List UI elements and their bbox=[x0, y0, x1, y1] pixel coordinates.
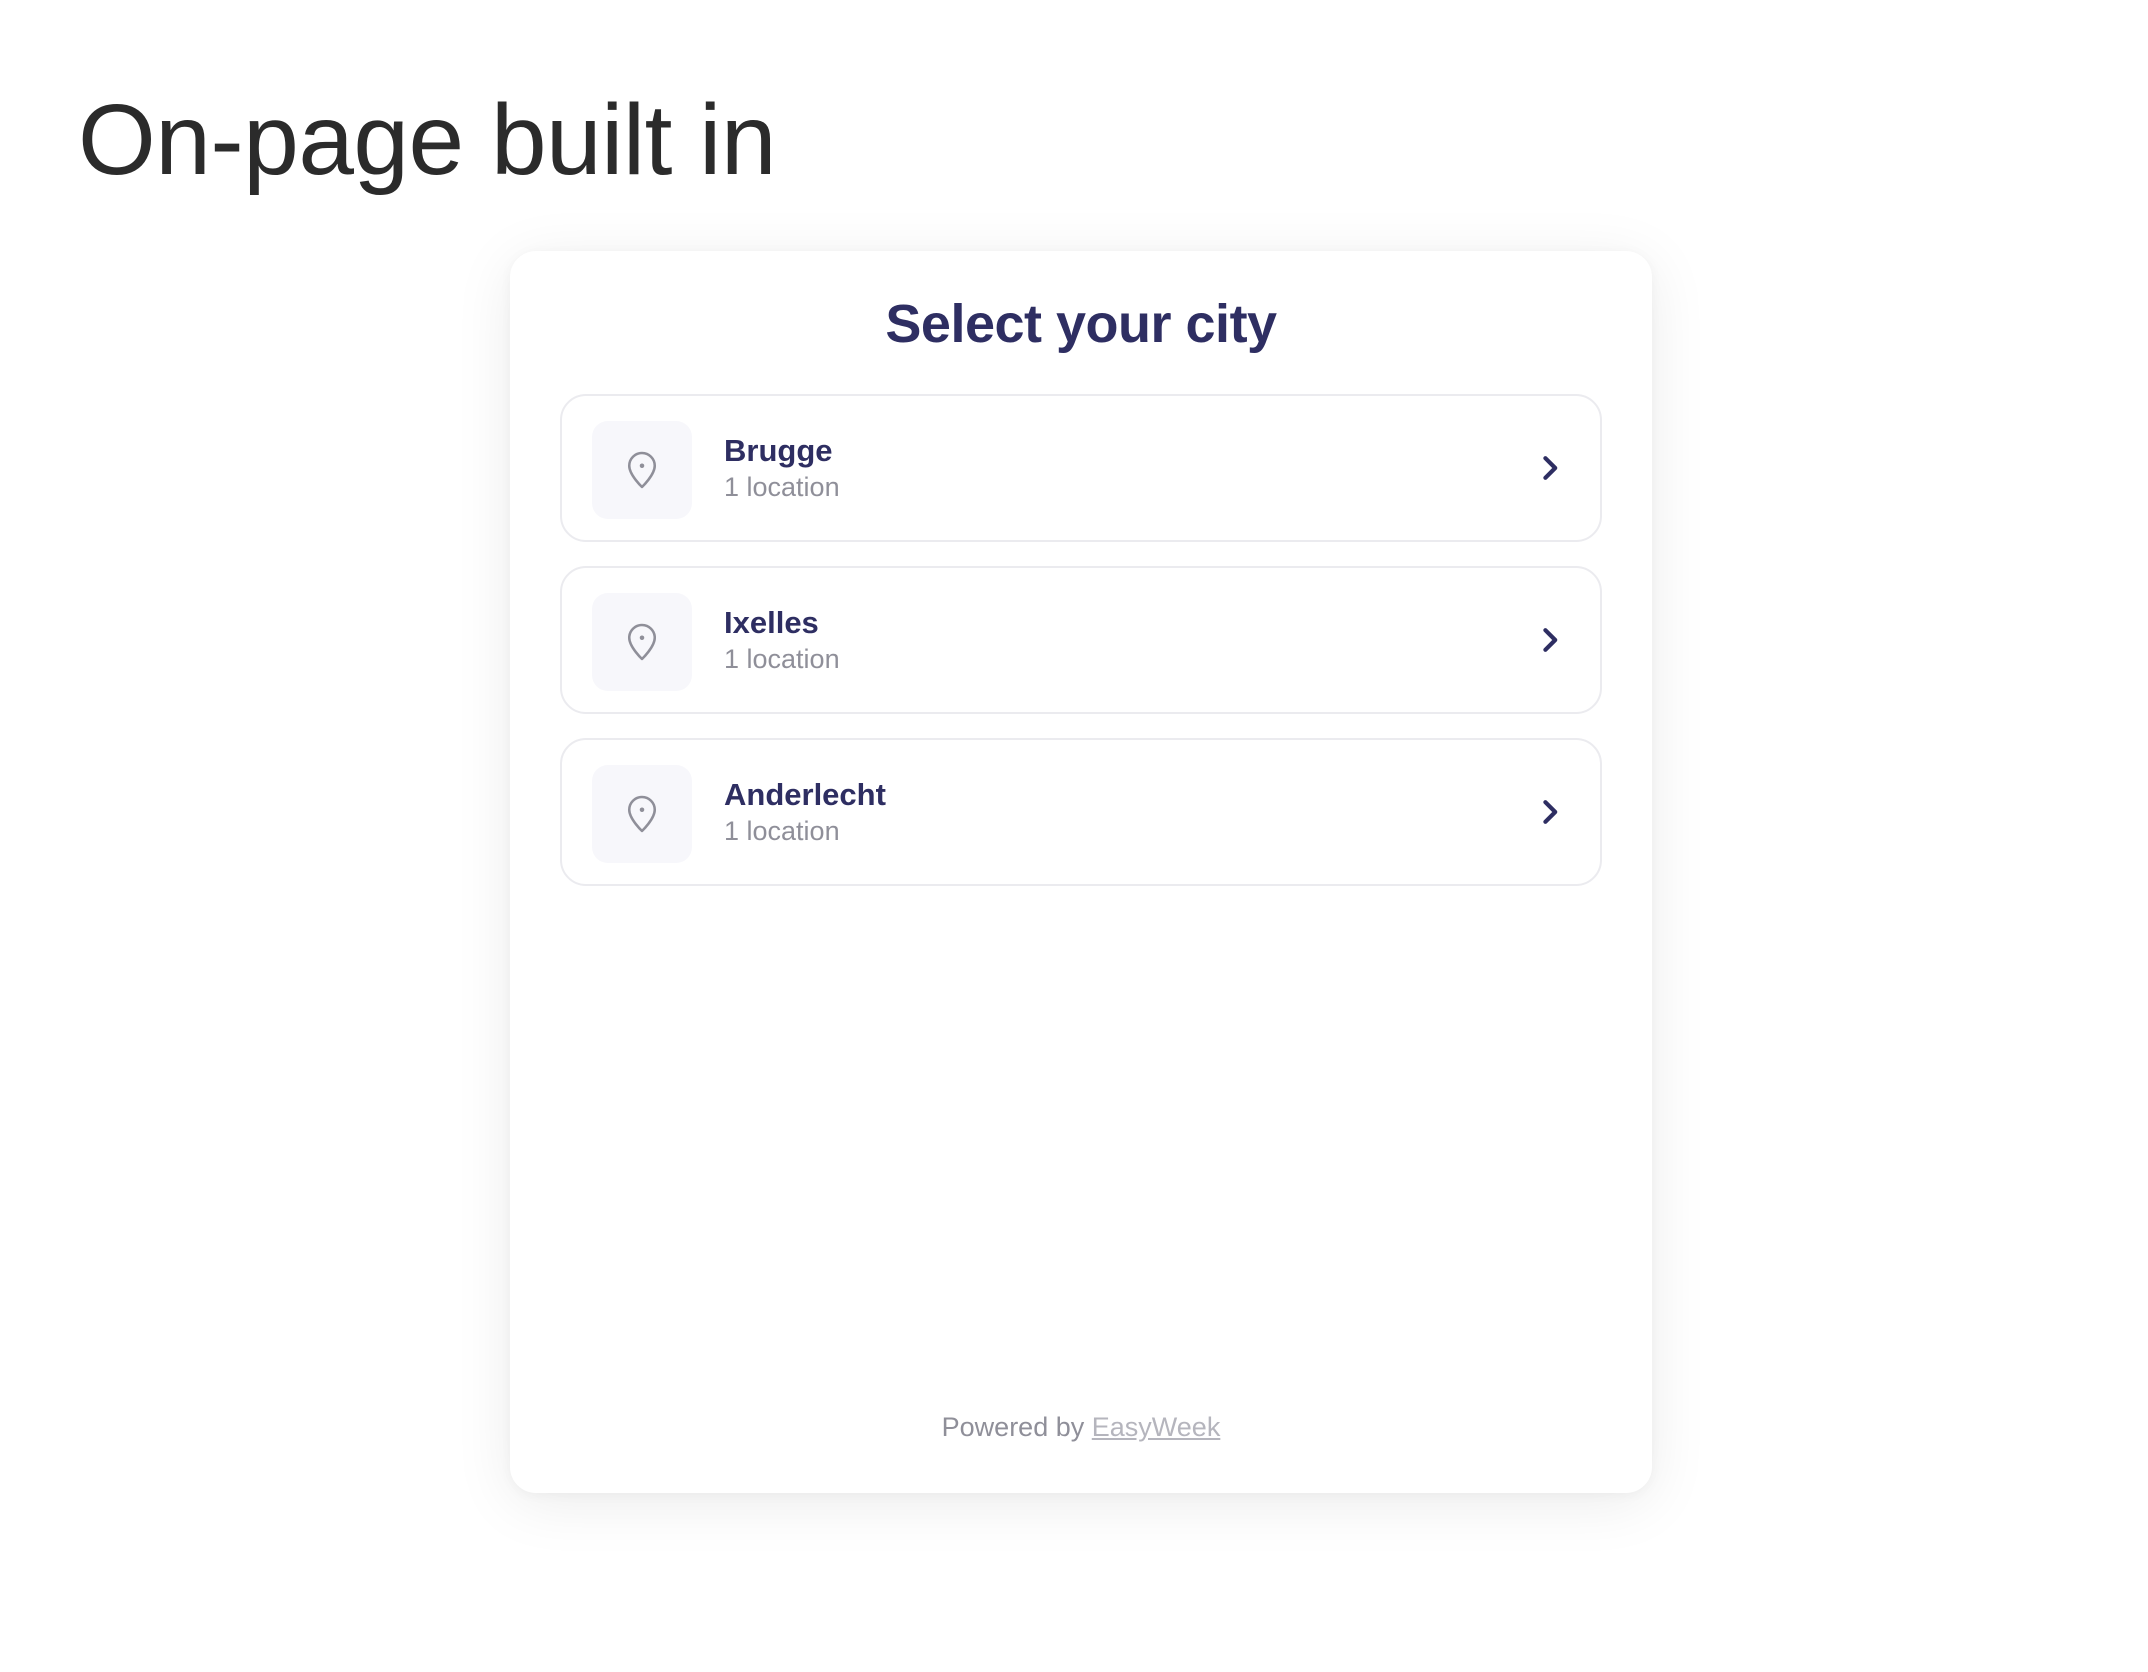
city-name: Anderlecht bbox=[724, 777, 886, 812]
chevron-right-icon bbox=[1536, 797, 1566, 827]
city-location-count: 1 location bbox=[724, 472, 840, 502]
city-name: Ixelles bbox=[724, 605, 819, 640]
city-name: Brugge bbox=[724, 433, 833, 468]
city-list: Brugge 1 location Ixelles 1 location And… bbox=[560, 394, 1602, 910]
city-location-count: 1 location bbox=[724, 816, 840, 846]
page-heading: On-page built in bbox=[78, 84, 777, 196]
easyweek-link[interactable]: EasyWeek bbox=[1092, 1412, 1221, 1442]
map-pin-icon bbox=[592, 421, 692, 519]
chevron-right-icon bbox=[1536, 453, 1566, 483]
city-location-count: 1 location bbox=[724, 644, 840, 674]
chevron-right-icon bbox=[1536, 625, 1566, 655]
city-text: Brugge 1 location bbox=[724, 432, 840, 504]
card-title: Select your city bbox=[885, 294, 1277, 354]
powered-by-footer: Powered by EasyWeek bbox=[510, 1412, 1652, 1443]
city-item-anderlecht[interactable]: Anderlecht 1 location bbox=[560, 738, 1602, 886]
city-item-brugge[interactable]: Brugge 1 location bbox=[560, 394, 1602, 542]
city-item-ixelles[interactable]: Ixelles 1 location bbox=[560, 566, 1602, 714]
city-text: Ixelles 1 location bbox=[724, 604, 840, 676]
city-selector-card: Select your city Brugge 1 location Ixell… bbox=[510, 251, 1652, 1493]
map-pin-icon bbox=[592, 765, 692, 863]
powered-by-text: Powered by bbox=[941, 1412, 1085, 1442]
city-text: Anderlecht 1 location bbox=[724, 776, 886, 848]
map-pin-icon bbox=[592, 593, 692, 691]
